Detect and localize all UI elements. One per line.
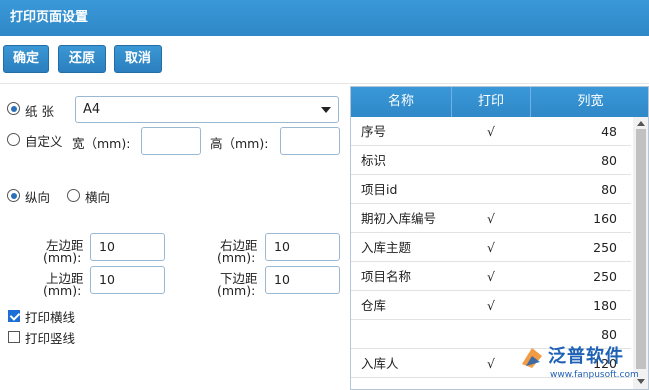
cell-width: 80 [601,153,617,168]
print-vertical-lines-label: 打印竖线 [25,331,76,346]
print-vertical-lines-checkbox[interactable] [8,331,20,343]
cell-print: √ [487,124,495,139]
paper-mode-radio[interactable] [7,102,20,115]
left-margin-input[interactable]: 10 [90,233,165,261]
cell-name: 期初入库编号 [361,211,437,226]
portrait-radio[interactable] [7,189,20,202]
cell-print: √ [487,269,495,284]
paper-mode-label: 纸 张 [25,104,54,119]
cell-print [456,146,526,175]
scroll-up-icon[interactable] [637,121,645,126]
print-horizontal-lines-label: 打印横线 [25,310,76,325]
custom-width-input[interactable] [141,127,201,155]
bottom-margin-input[interactable]: 10 [265,266,340,294]
cell-width: 250 [593,240,617,255]
right-margin-input[interactable]: 10 [265,233,340,261]
cell-print: √ [487,211,495,226]
height-label: 高（mm): [210,136,269,151]
cell-print: √ [487,356,495,371]
restore-button[interactable]: 还原 [58,45,106,73]
bottom-margin-unit: (mm): [217,283,256,298]
cell-name: 序号 [361,124,387,139]
cell-name: 项目名称 [361,269,412,284]
landscape-label: 横向 [85,190,111,205]
header-width: 列宽 [577,94,604,109]
custom-height-input[interactable] [280,127,340,155]
header-name: 名称 [351,87,452,117]
cell-print [456,175,526,204]
paper-size-value: A4 [83,102,101,117]
table-row[interactable]: 期初入库编号 √ 160 [351,204,631,233]
landscape-radio[interactable] [67,189,80,202]
brand-logo-icon [522,348,542,368]
brand-name: 泛普软件 [548,346,624,367]
chevron-down-icon [321,107,331,113]
table-row[interactable]: 序号 √ 48 [351,117,631,146]
custom-mode-radio[interactable] [7,133,20,146]
top-margin-unit: (mm): [43,283,82,298]
left-margin-unit: (mm): [43,250,82,265]
confirm-button[interactable]: 确定 [3,45,49,73]
cell-width: 160 [593,211,617,226]
paper-size-select[interactable]: A4 [75,96,339,123]
toolbar: 确定 还原 取消 [0,36,649,84]
table-row[interactable]: 入库主题 √ 250 [351,233,631,262]
cell-width: 250 [593,269,617,284]
custom-mode-label: 自定义 [25,134,63,149]
top-margin-input[interactable]: 10 [90,266,165,294]
table-row[interactable]: 项目id 80 [351,175,631,204]
brand-url: www.fanpusoft.com [550,370,639,380]
watermark-logo: 泛普软件 www.fanpusoft.com [518,342,646,388]
print-horizontal-lines-checkbox[interactable] [8,310,20,322]
cancel-button[interactable]: 取消 [114,45,162,73]
cell-name: 项目id [361,182,398,197]
portrait-label: 纵向 [25,190,51,205]
dialog-title: 打印页面设置 [0,0,649,36]
cell-name: 入库主题 [361,240,412,255]
cell-name: 仓库 [361,298,387,313]
scroll-thumb[interactable] [636,129,646,369]
cell-width: 80 [601,182,617,197]
cell-name: 入库人 [361,356,399,371]
cell-print: √ [487,298,495,313]
cell-width: 48 [601,124,617,139]
grid-header: 名称 打印 列宽 [351,87,648,117]
header-print: 打印 [452,87,531,117]
cell-print [456,320,526,349]
table-row[interactable]: 项目名称 √ 250 [351,262,631,291]
cell-print: √ [487,240,495,255]
cell-width: 180 [593,298,617,313]
right-margin-unit: (mm): [217,250,256,265]
grid-body: 序号 √ 48 标识 80 项目id 80 期初入库编号 √ 160 入库主题 √ 250 项目名称 √ 25… [351,117,631,378]
width-label: 宽（mm): [72,136,131,151]
table-row[interactable]: 标识 80 [351,146,631,175]
cell-name: 标识 [361,153,387,168]
table-row[interactable]: 仓库 √ 180 [351,291,631,320]
